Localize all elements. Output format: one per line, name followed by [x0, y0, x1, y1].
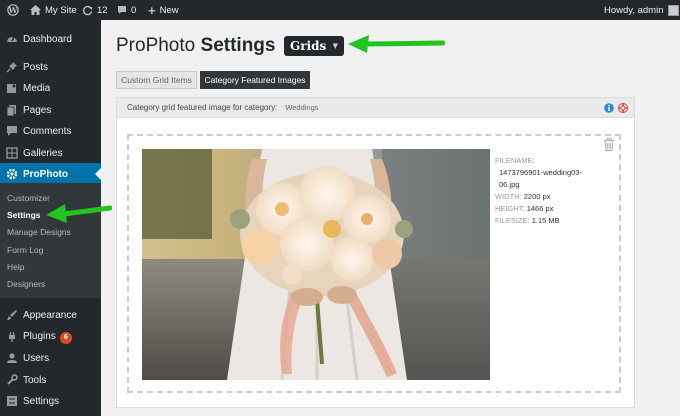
plug-icon [9, 332, 15, 342]
page-title-bold: Settings [200, 35, 276, 56]
filename-label: FILENAME: [495, 156, 535, 165]
gallery-icon [6, 147, 18, 159]
menu-label: Users [23, 352, 50, 364]
tab-category-featured-images[interactable]: Category Featured Images [200, 71, 310, 89]
trash-icon[interactable] [603, 138, 615, 151]
filename-value-line1: 1473796901-wedding03- [499, 168, 582, 177]
image-dropzone[interactable]: FILENAME: 1473796901-wedding03- 06.jpg W… [127, 134, 621, 393]
menu-label: ProPhoto [23, 168, 68, 180]
featured-image-panel: Category grid featured image for categor… [116, 97, 635, 408]
submenu-item-designers[interactable]: Designers [7, 279, 45, 289]
menu-label: Settings [23, 395, 60, 407]
wordpress-logo-icon[interactable]: W [7, 0, 19, 20]
site-name-label: My Site [45, 4, 77, 16]
tab-custom-grid-items[interactable]: Custom Grid Items [116, 71, 197, 89]
submenu-item-settings[interactable]: Settings [7, 210, 41, 220]
filesize-label: FILESIZE: [495, 216, 530, 225]
wrench-icon [7, 374, 18, 385]
new-label: New [159, 4, 179, 16]
brush-icon [7, 310, 17, 320]
new-content-link[interactable]: + New [148, 0, 179, 20]
page-title: ProPhoto Settings [116, 35, 275, 57]
menu-item-tools[interactable]: Tools [0, 369, 101, 391]
dashboard-icon [7, 36, 17, 42]
site-name-link[interactable]: My Site [30, 0, 77, 20]
section-select-value: Grids [290, 39, 327, 53]
menu-item-prophoto[interactable]: ProPhoto [0, 163, 101, 185]
pages-icon [6, 105, 16, 116]
height-row: HEIGHT: 1466 px [495, 204, 553, 213]
pin-icon [6, 62, 17, 73]
menu-item-pages[interactable]: Pages [0, 99, 101, 121]
home-icon [30, 5, 41, 15]
comments-count: 0 [131, 4, 137, 16]
greeting: Howdy, admin [604, 4, 664, 16]
menu-item-media[interactable]: Media [0, 77, 101, 99]
info-icon[interactable] [604, 103, 614, 113]
menu-item-posts[interactable]: Posts [0, 56, 101, 78]
updates-link[interactable]: 12 [82, 0, 108, 20]
media-icon [7, 84, 16, 93]
menu-label: Plugins [23, 330, 56, 342]
lifebuoy-help-icon[interactable] [618, 103, 628, 113]
menu-item-plugins[interactable]: Plugins 6 [0, 326, 101, 348]
menu-label: Media [23, 82, 51, 94]
menu-item-galleries[interactable]: Galleries [0, 142, 101, 164]
green-arrow-annotation [46, 204, 112, 223]
panel-header-label: Category grid featured image for categor… [127, 103, 278, 112]
settings-icon [7, 396, 17, 406]
comments-link[interactable]: 0 [117, 0, 136, 20]
admin-bar: W My Site 12 0 + New Howdy, admin [0, 0, 680, 20]
submenu-item-help[interactable]: Help [7, 262, 24, 272]
svg-text:W: W [8, 5, 19, 15]
avatar [667, 4, 679, 16]
section-select[interactable]: Grids ▼ [284, 36, 344, 56]
menu-item-comments[interactable]: Comments [0, 120, 101, 142]
height-value: 1466 px [526, 204, 554, 213]
filename-value-line2: 06.jpg [499, 180, 520, 189]
featured-image [142, 149, 490, 380]
chevron-down-icon: ▼ [332, 41, 338, 50]
panel-header: Category grid featured image for categor… [117, 98, 634, 118]
menu-label: Appearance [23, 309, 77, 321]
menu-label: Dashboard [23, 33, 72, 45]
comment-bubble-icon [118, 6, 126, 14]
menu-label: Comments [23, 125, 72, 137]
menu-label: Posts [23, 61, 49, 73]
plugin-updates-badge: 6 [59, 331, 72, 344]
width-value: 2200 px [523, 192, 551, 201]
menu-label: Galleries [23, 147, 63, 159]
submenu-item-manage-designs[interactable]: Manage Designs [7, 227, 71, 237]
menu-item-dashboard[interactable]: Dashboard [0, 28, 101, 50]
gear-icon [6, 168, 18, 180]
comment-icon [7, 126, 17, 136]
menu-item-users[interactable]: Users [0, 347, 101, 369]
plus-icon: + [148, 2, 156, 18]
filesize-value: 1.15 MB [531, 216, 560, 225]
width-row: WIDTH: 2200 px [495, 192, 550, 201]
page-title-regular: ProPhoto [116, 35, 196, 56]
updates-count: 12 [97, 4, 108, 16]
green-arrow-annotation [348, 35, 445, 53]
height-label: HEIGHT: [495, 204, 525, 213]
width-label: WIDTH: [495, 192, 522, 201]
menu-item-appearance[interactable]: Appearance [0, 304, 101, 326]
filesize-row: FILESIZE: 1.15 MB [495, 216, 560, 225]
submenu-item-form-log[interactable]: Form Log [7, 245, 43, 255]
category-name: Weddings [285, 103, 319, 112]
menu-item-settings[interactable]: Settings [0, 390, 101, 412]
menu-label: Tools [23, 374, 47, 386]
menu-label: Pages [23, 104, 52, 116]
my-account-link[interactable]: Howdy, admin [604, 0, 679, 20]
user-icon [7, 353, 17, 363]
refresh-icon [82, 5, 93, 15]
